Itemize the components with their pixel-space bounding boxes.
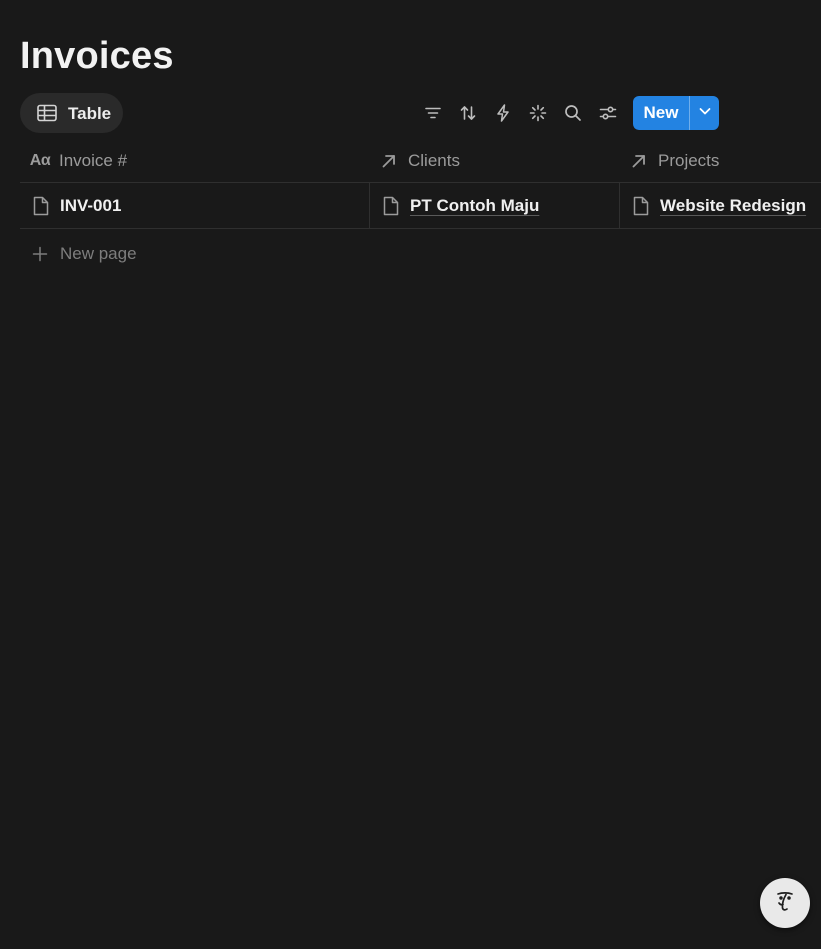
- project-link[interactable]: Website Redesign: [660, 196, 806, 216]
- text-property-icon: Aα: [29, 152, 51, 169]
- new-options-button[interactable]: [690, 96, 719, 130]
- page: Invoices Table New Aα Invoice # Clients …: [0, 0, 821, 949]
- page-icon: [630, 194, 652, 218]
- page-icon: [30, 194, 52, 218]
- column-header-clients[interactable]: Clients: [369, 140, 619, 182]
- view-tab-label: Table: [68, 104, 112, 123]
- filter-icon[interactable]: [421, 101, 445, 125]
- column-header-invoice[interactable]: Aα Invoice #: [20, 140, 369, 182]
- column-header-label: Projects: [658, 151, 720, 170]
- new-button[interactable]: New: [633, 96, 689, 130]
- settings-sliders-icon[interactable]: [596, 101, 620, 125]
- column-header-label: Clients: [408, 151, 460, 170]
- ai-sparkle-icon[interactable]: [526, 101, 550, 125]
- ai-assistant-button[interactable]: [760, 878, 810, 928]
- relation-arrow-icon: [628, 150, 650, 172]
- page-icon: [380, 194, 402, 218]
- automation-icon[interactable]: [491, 101, 515, 125]
- new-page-label: New page: [60, 244, 137, 263]
- table-icon: [37, 104, 57, 122]
- table-header-row: Aα Invoice # Clients Projects: [20, 140, 821, 183]
- notion-ai-face-icon: [770, 886, 800, 921]
- new-button-group: New: [633, 96, 719, 130]
- sort-icon[interactable]: [456, 101, 480, 125]
- new-page-button[interactable]: New page: [20, 232, 320, 276]
- view-tab-table[interactable]: Table: [20, 93, 123, 133]
- client-link[interactable]: PT Contoh Maju: [410, 196, 539, 216]
- column-header-projects[interactable]: Projects: [619, 140, 821, 182]
- column-header-label: Invoice #: [59, 151, 128, 170]
- cell-client[interactable]: PT Contoh Maju: [369, 183, 620, 228]
- relation-arrow-icon: [378, 150, 400, 172]
- database-toolbar: Table New: [20, 92, 821, 134]
- cell-project[interactable]: Website Redesign: [619, 183, 821, 228]
- cell-invoice[interactable]: INV-001: [20, 183, 369, 228]
- search-icon[interactable]: [561, 101, 585, 125]
- invoice-number: INV-001: [60, 195, 122, 215]
- database-table: Aα Invoice # Clients Projects INV-001 PT…: [20, 140, 821, 229]
- table-row[interactable]: INV-001 PT Contoh Maju Website Redesign: [20, 183, 821, 229]
- plus-icon: [30, 244, 50, 264]
- chevron-down-icon: [698, 104, 712, 123]
- page-title[interactable]: Invoices: [20, 34, 174, 78]
